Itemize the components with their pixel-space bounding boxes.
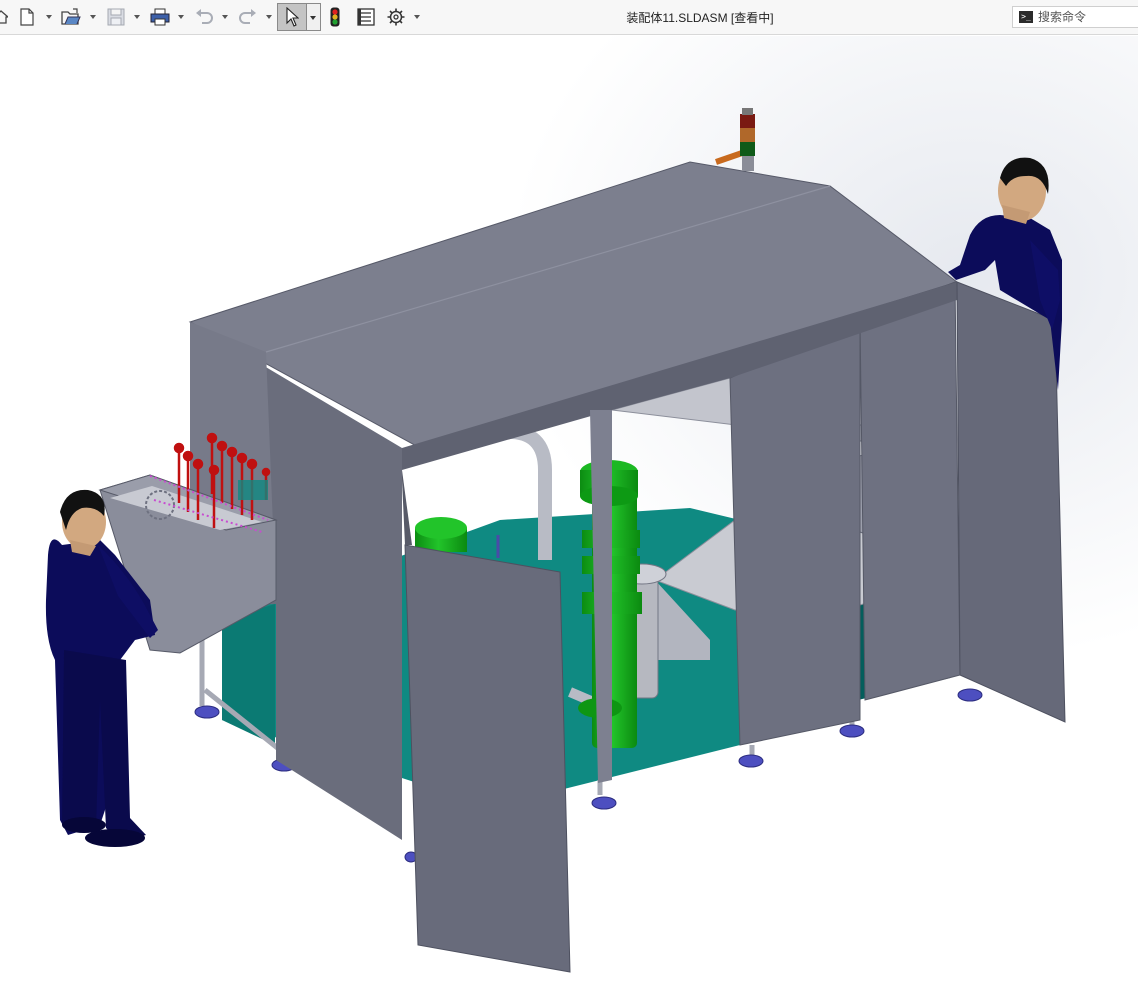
- home-icon[interactable]: [0, 6, 8, 28]
- select-dropdown-button[interactable]: [307, 3, 321, 31]
- save-dropdown-caret[interactable]: [134, 15, 140, 19]
- print-dropdown-caret[interactable]: [178, 15, 184, 19]
- undo-dropdown-caret[interactable]: [222, 15, 228, 19]
- housing-center-pillar: [729, 319, 861, 746]
- rebuild-traffic-light-icon[interactable]: [328, 6, 342, 28]
- open-door-right: [956, 281, 1066, 723]
- new-dropdown-caret[interactable]: [46, 15, 52, 19]
- new-document-icon[interactable]: [18, 6, 36, 28]
- green-tank: [415, 517, 467, 552]
- save-icon[interactable]: [106, 6, 126, 28]
- select-arrow-icon[interactable]: [277, 3, 307, 31]
- command-search-box[interactable]: >_: [1012, 6, 1138, 28]
- title-bar: 装配体11.SLDASM [查看中] >_: [0, 0, 1138, 35]
- undo-icon[interactable]: [194, 6, 214, 28]
- print-icon[interactable]: [149, 6, 171, 28]
- options-gear-icon[interactable]: [386, 6, 406, 28]
- command-prompt-icon: >_: [1019, 11, 1033, 23]
- graphics-area[interactable]: [0, 36, 1138, 991]
- open-folder-icon[interactable]: [60, 6, 82, 28]
- search-input[interactable]: [1038, 10, 1134, 24]
- open-door-front: [404, 544, 571, 973]
- housing-right-panel-inner: [859, 281, 961, 701]
- options-dropdown-caret[interactable]: [414, 15, 420, 19]
- open-dropdown-caret[interactable]: [90, 15, 96, 19]
- redo-icon[interactable]: [238, 6, 258, 28]
- window-title: 装配体11.SLDASM [查看中]: [626, 11, 774, 25]
- file-properties-icon[interactable]: [356, 6, 376, 28]
- redo-dropdown-caret[interactable]: [266, 15, 272, 19]
